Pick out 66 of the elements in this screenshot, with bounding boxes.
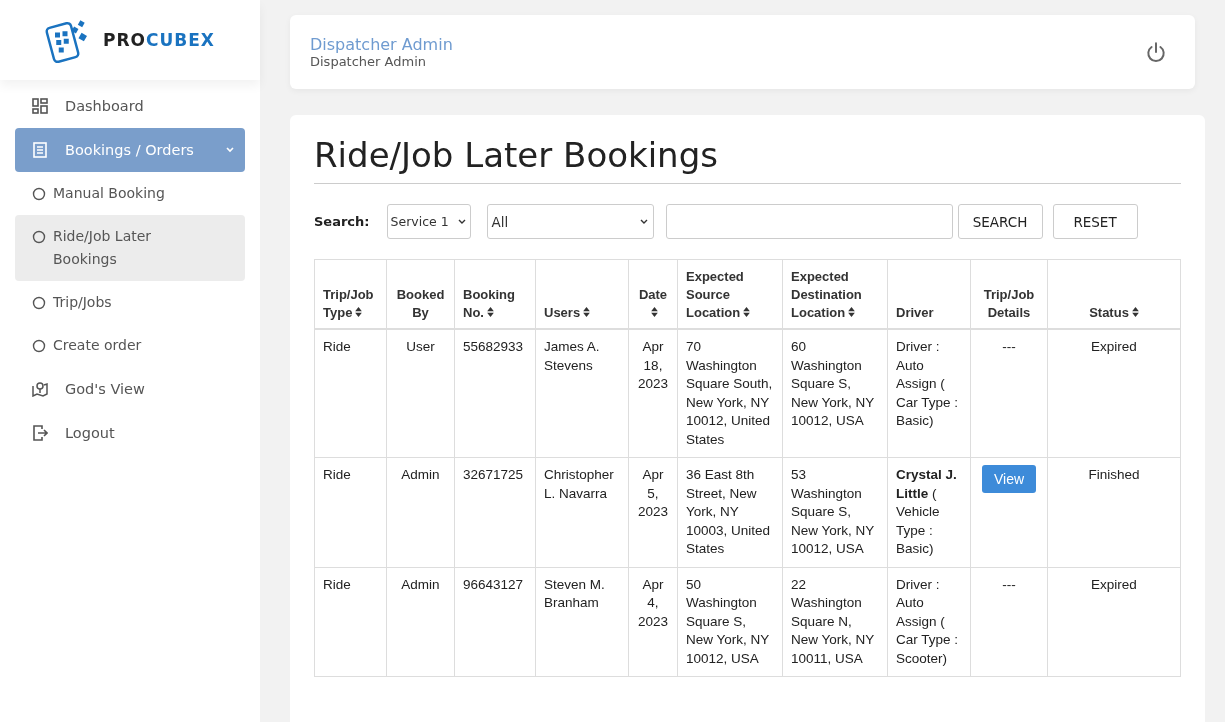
table-cell: Apr 5, 2023 <box>628 457 678 567</box>
sidebar-subitem[interactable]: Trip/Jobs <box>15 281 245 324</box>
table-cell: Admin <box>386 567 455 677</box>
table-cell: Apr 4, 2023 <box>628 567 678 677</box>
document-icon <box>32 142 48 158</box>
column-header[interactable]: Booked By <box>386 259 455 329</box>
table-cell: Ride <box>314 329 387 458</box>
table-cell: Crystal J. Little ( Vehicle Type : Basic) <box>887 457 971 567</box>
circle-icon <box>32 296 46 310</box>
column-header[interactable]: Status <box>1047 259 1181 329</box>
table-cell: User <box>386 329 455 458</box>
column-header[interactable]: Trip/Job Details <box>970 259 1048 329</box>
column-header[interactable]: Expected Source Location <box>677 259 783 329</box>
search-label: Search: <box>314 214 370 229</box>
column-header[interactable]: Expected Destination Location <box>782 259 888 329</box>
page-title: Ride/Job Later Bookings <box>314 135 1181 184</box>
map-pin-icon <box>32 381 48 397</box>
table-cell: Apr 18, 2023 <box>628 329 678 458</box>
table-cell: 32671725 <box>454 457 536 567</box>
column-header[interactable]: Date <box>628 259 678 329</box>
dashboard-icon <box>32 98 48 114</box>
table-cell: Expired <box>1047 329 1181 458</box>
table-cell: Admin <box>386 457 455 567</box>
sidebar-subitem[interactable]: Create order <box>15 324 245 367</box>
table-cell: Steven M. Branham <box>535 567 629 677</box>
view-button[interactable]: View <box>981 465 1037 493</box>
column-header[interactable]: Booking No. <box>454 259 536 329</box>
column-header[interactable]: Driver <box>887 259 971 329</box>
logout-icon <box>32 425 48 441</box>
column-header[interactable]: Users <box>535 259 629 329</box>
search-button[interactable]: SEARCH <box>957 204 1043 239</box>
search-field[interactable] <box>665 204 953 239</box>
table-cell: James A. Stevens <box>535 329 629 458</box>
table-cell: 96643127 <box>454 567 536 677</box>
reset-button[interactable]: RESET <box>1052 204 1138 239</box>
table-cell: Ride <box>314 567 387 677</box>
logo-text: PROCUBEX <box>103 30 215 50</box>
table-cell: 53 Washington Square S, New York, NY 10012, USA <box>782 457 888 567</box>
table-cell: Driver : Auto Assign ( Car Type : Basic) <box>887 329 971 458</box>
sidebar-item[interactable]: God's View <box>15 367 245 411</box>
table-cell: 22 Washington Square N, New York, NY 10011, USA <box>782 567 888 677</box>
user-name: Dispatcher Admin <box>310 35 453 54</box>
circle-icon <box>32 187 46 201</box>
user-role: Dispatcher Admin <box>310 54 427 69</box>
sidebar-subitem[interactable]: Manual Booking <box>15 172 245 215</box>
sidebar-item[interactable]: Logout <box>15 411 245 455</box>
table-cell: Ride <box>314 457 387 567</box>
circle-icon <box>32 339 46 353</box>
details-text: --- <box>1002 339 1016 354</box>
details-text: --- <box>1002 576 1016 592</box>
table-cell: 60 Washington Square S, New York, NY 10012, USA <box>782 329 888 458</box>
column-header[interactable]: Trip/Job Type <box>314 259 387 329</box>
power-icon[interactable] <box>1145 41 1167 63</box>
table-cell: 55682933 <box>454 329 536 458</box>
table-cell: 70 Washington Square South, New York, NY 10012, United States <box>677 329 783 458</box>
table-cell: 36 East 8th Street, New York, NY 10003, United States <box>677 457 783 567</box>
sidebar-item[interactable]: Dashboard <box>15 84 245 128</box>
table-cell: Christopher L. Navarra <box>535 457 629 567</box>
table-cell: Finished <box>1047 457 1181 567</box>
table-cell: Expired <box>1047 567 1181 677</box>
table-cell: Driver : Auto Assign ( Car Type : Scooter) <box>887 567 971 677</box>
filter-select[interactable]: All <box>486 204 654 239</box>
table-cell: 50 Washington Square S, New York, NY 10012, USA <box>677 567 783 677</box>
circle-icon <box>32 230 46 244</box>
sidebar-subitem[interactable]: Ride/Job Later Bookings <box>15 215 245 281</box>
service-select[interactable]: Service 1 <box>386 204 471 239</box>
